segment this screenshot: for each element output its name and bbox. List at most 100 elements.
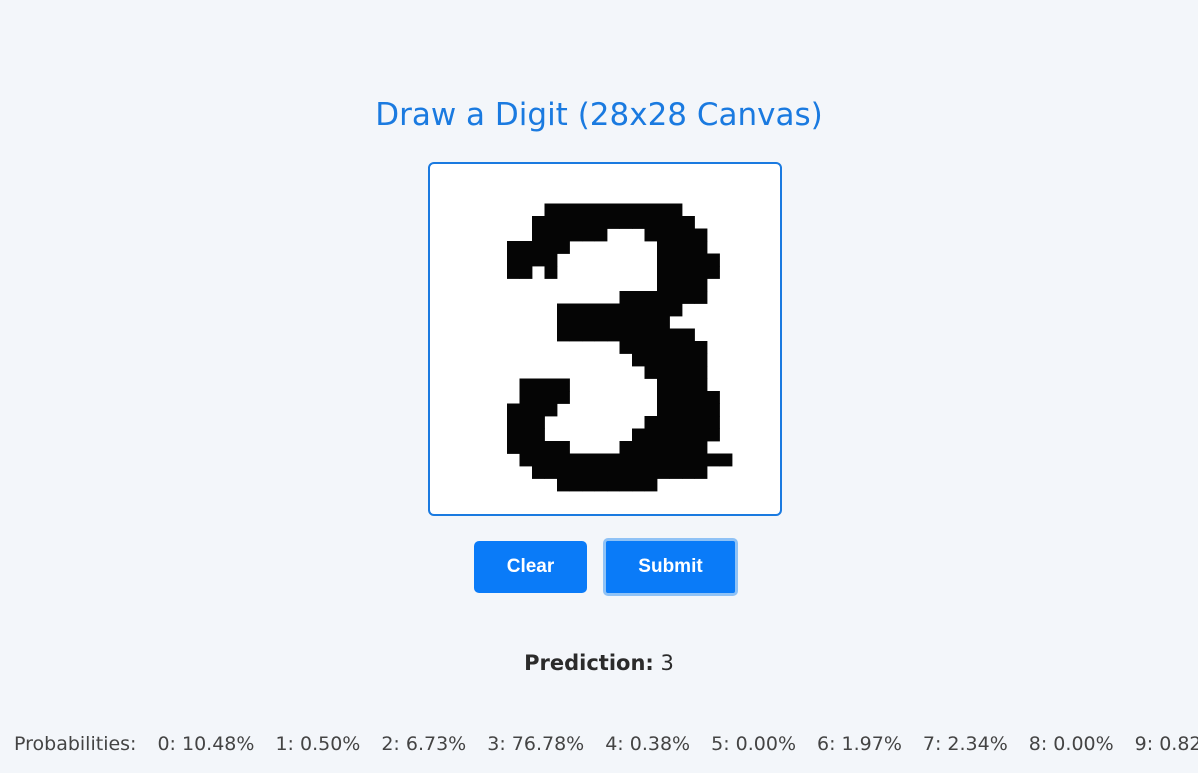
probability-item: 4: 0.38% bbox=[605, 733, 691, 755]
canvas-pixel bbox=[607, 303, 620, 317]
canvas-pixel bbox=[619, 291, 633, 304]
canvas-pixel bbox=[682, 441, 695, 454]
canvas-pixel bbox=[557, 478, 570, 492]
canvas-pixel bbox=[657, 203, 670, 217]
canvas-pixel bbox=[544, 466, 558, 479]
prediction-label: Prediction: bbox=[524, 651, 654, 675]
canvas-pixel bbox=[607, 453, 620, 467]
probability-item: 2: 6.73% bbox=[381, 733, 467, 755]
canvas-pixel bbox=[632, 453, 645, 467]
canvas-pixel bbox=[544, 203, 558, 217]
canvas-pixel bbox=[657, 453, 670, 467]
canvas-pixel bbox=[669, 216, 683, 229]
canvas-pixel bbox=[657, 278, 670, 292]
canvas-pixel bbox=[694, 466, 708, 479]
canvas-pixel bbox=[619, 453, 633, 467]
probability-item: 8: 0.00% bbox=[1028, 733, 1114, 755]
canvas-pixel bbox=[582, 303, 595, 317]
canvas-pixel bbox=[557, 216, 570, 229]
canvas-pixel bbox=[582, 453, 595, 467]
canvas-pixel bbox=[594, 466, 608, 479]
canvas-pixel bbox=[607, 203, 620, 217]
canvas-pixel bbox=[519, 428, 533, 442]
canvas-pixel bbox=[532, 441, 545, 454]
canvas-pixel bbox=[707, 453, 720, 467]
canvas-pixel bbox=[607, 216, 620, 229]
canvas-pixel bbox=[644, 328, 658, 342]
canvas-pixel bbox=[657, 416, 670, 429]
canvas-pixel bbox=[594, 203, 608, 217]
canvas-pixel bbox=[682, 278, 695, 292]
canvas-pixel bbox=[669, 278, 683, 292]
canvas-pixel bbox=[532, 466, 545, 479]
canvas-pixel bbox=[657, 441, 670, 454]
canvas-pixel bbox=[569, 478, 583, 492]
canvas-pixel bbox=[619, 341, 633, 354]
canvas-pixel bbox=[644, 216, 658, 229]
canvas-pixel bbox=[682, 378, 695, 392]
canvas-pixel bbox=[569, 316, 583, 329]
canvas-pixel bbox=[719, 453, 733, 467]
canvas-pixel bbox=[632, 478, 645, 492]
digit-pixel-grid[interactable] bbox=[432, 166, 782, 516]
canvas-pixel bbox=[532, 253, 545, 267]
canvas-pixel bbox=[707, 253, 720, 267]
probability-item: 3: 76.78% bbox=[487, 733, 585, 755]
canvas-pixel bbox=[544, 391, 558, 404]
clear-button[interactable]: Clear bbox=[474, 541, 587, 593]
canvas-pixel bbox=[569, 216, 583, 229]
submit-button[interactable]: Submit bbox=[603, 538, 738, 596]
canvas-pixel bbox=[644, 316, 658, 329]
canvas-pixel bbox=[507, 416, 520, 429]
canvas-pixel bbox=[557, 316, 570, 329]
canvas-pixel bbox=[682, 391, 695, 404]
canvas-pixel bbox=[632, 316, 645, 329]
canvas-pixel bbox=[657, 253, 670, 267]
canvas-pixel bbox=[669, 228, 683, 242]
canvas-pixel bbox=[694, 428, 708, 442]
canvas-pixel bbox=[619, 216, 633, 229]
canvas-pixel bbox=[669, 416, 683, 429]
canvas-pixel bbox=[557, 391, 570, 404]
probability-item: 5: 0.00% bbox=[711, 733, 796, 755]
canvas-pixel bbox=[657, 366, 670, 379]
canvas-pixel bbox=[507, 403, 520, 417]
canvas-pixel bbox=[644, 453, 658, 467]
canvas-pixel bbox=[644, 291, 658, 304]
canvas-pixel bbox=[557, 241, 570, 254]
canvas-pixel bbox=[557, 303, 570, 317]
canvas-pixel bbox=[694, 378, 708, 392]
canvas-pixel bbox=[519, 253, 533, 267]
canvas-pixel bbox=[657, 316, 670, 329]
canvas-pixel bbox=[632, 303, 645, 317]
canvas-pixel bbox=[657, 216, 670, 229]
canvas-pixel bbox=[694, 228, 708, 242]
canvas-pixel bbox=[644, 303, 658, 317]
canvas-pixel bbox=[532, 378, 545, 392]
canvas-pixel bbox=[519, 266, 533, 279]
canvas-pixel bbox=[632, 353, 645, 367]
canvas-pixel bbox=[682, 253, 695, 267]
canvas-pixel bbox=[632, 203, 645, 217]
canvas-pixel bbox=[544, 453, 558, 467]
canvas-pixel bbox=[657, 428, 670, 442]
canvas-pixel bbox=[532, 391, 545, 404]
page-title: Draw a Digit (28x28 Canvas) bbox=[375, 97, 823, 133]
canvas-pixel bbox=[519, 403, 533, 417]
canvas-pixel bbox=[682, 291, 695, 304]
canvas-pixel bbox=[632, 441, 645, 454]
canvas-pixel bbox=[644, 341, 658, 354]
canvas-pixel bbox=[619, 203, 633, 217]
drawing-canvas[interactable] bbox=[428, 162, 782, 516]
canvas-pixel bbox=[632, 341, 645, 354]
canvas-pixel bbox=[582, 203, 595, 217]
canvas-pixel bbox=[669, 466, 683, 479]
canvas-pixel bbox=[669, 366, 683, 379]
canvas-pixel bbox=[657, 328, 670, 342]
canvas-pixel bbox=[519, 416, 533, 429]
canvas-pixel bbox=[594, 328, 608, 342]
canvas-pixel bbox=[582, 328, 595, 342]
canvas-pixel bbox=[669, 266, 683, 279]
canvas-pixel bbox=[532, 403, 545, 417]
canvas-pixel bbox=[682, 366, 695, 379]
